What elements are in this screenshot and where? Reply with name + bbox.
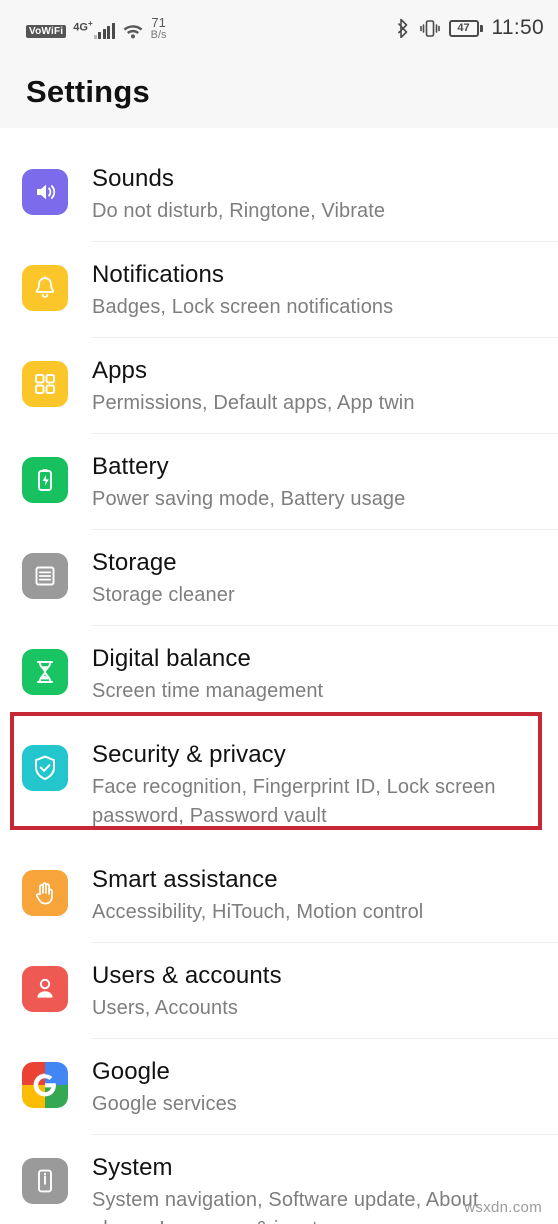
partial-row-above[interactable]	[0, 128, 558, 146]
network-type-label: 4G+	[73, 19, 93, 34]
row-title: Apps	[92, 357, 148, 384]
google-g-icon	[22, 1062, 68, 1108]
settings-row-security-privacy[interactable]: Security & privacy Face recognition, Fin…	[0, 722, 558, 847]
settings-row-sounds[interactable]: Sounds Do not disturb, Ringtone, Vibrate	[0, 146, 558, 242]
data-rate-value: 71	[151, 15, 166, 30]
shield-check-icon	[22, 745, 68, 791]
settings-row-apps[interactable]: Apps Permissions, Default apps, App twin	[0, 338, 558, 434]
bluetooth-icon	[397, 18, 411, 38]
signal-bars-glyph	[93, 23, 115, 39]
row-subtitle: Badges, Lock screen notifications	[92, 296, 394, 318]
settings-list[interactable]: Sounds Do not disturb, Ringtone, Vibrate…	[0, 128, 558, 1224]
status-bar-right: 47 11:50	[397, 16, 545, 40]
wifi-icon	[122, 22, 144, 39]
row-title: Digital balance	[92, 645, 251, 672]
settings-row-smart-assistance[interactable]: Smart assistance Accessibility, HiTouch,…	[0, 847, 558, 943]
watermark: wsxdn.com	[464, 1199, 542, 1216]
row-title: Google	[92, 1058, 170, 1085]
row-subtitle: Screen time management	[92, 680, 324, 702]
storage-stack-icon	[22, 553, 68, 599]
row-subtitle: Permissions, Default apps, App twin	[92, 392, 415, 414]
person-icon	[22, 966, 68, 1012]
row-subtitle: Storage cleaner	[92, 584, 235, 606]
speaker-icon	[22, 169, 68, 215]
clock-label: 11:50	[491, 16, 544, 39]
settings-row-storage[interactable]: Storage Storage cleaner	[0, 530, 558, 626]
settings-row-users-accounts[interactable]: Users & accounts Users, Accounts	[0, 943, 558, 1039]
row-subtitle: Do not disturb, Ringtone, Vibrate	[92, 200, 386, 222]
bell-icon	[22, 265, 68, 311]
row-subtitle: Accessibility, HiTouch, Motion control	[92, 901, 424, 923]
battery-level-label: 47	[448, 19, 479, 37]
page-title: Settings	[26, 74, 150, 109]
vibrate-icon	[419, 19, 440, 38]
row-title: Users & accounts	[92, 962, 282, 989]
apps-grid-icon	[22, 361, 68, 407]
row-title: Notifications	[92, 261, 225, 288]
row-subtitle: Google services	[92, 1093, 237, 1115]
settings-row-google[interactable]: Google Google services	[0, 1039, 558, 1135]
battery-icon: 47	[448, 19, 483, 37]
row-subtitle: Face recognition, Fingerprint ID, Lock s…	[92, 776, 496, 827]
row-subtitle: Power saving mode, Battery usage	[92, 488, 406, 510]
row-title: Battery	[92, 453, 169, 480]
settings-row-battery[interactable]: Battery Power saving mode, Battery usage	[0, 434, 558, 530]
vowifi-badge: VoWiFi	[26, 25, 67, 38]
row-title: System	[92, 1154, 173, 1181]
phone-info-icon	[22, 1158, 68, 1204]
hand-icon	[22, 870, 68, 916]
status-bar: VoWiFi 4G+ 71 B/s 47 11:50	[0, 0, 558, 56]
data-rate-unit: B/s	[150, 29, 167, 41]
settings-row-notifications[interactable]: Notifications Badges, Lock screen notifi…	[0, 242, 558, 338]
settings-screen: VoWiFi 4G+ 71 B/s 47 11:50 Settings Soun…	[0, 0, 558, 1224]
page-header: Settings	[0, 56, 558, 128]
hourglass-icon	[22, 649, 68, 695]
settings-row-digital-balance[interactable]: Digital balance Screen time management	[0, 626, 558, 722]
row-subtitle: Users, Accounts	[92, 997, 239, 1019]
row-title: Sounds	[92, 165, 174, 192]
row-title: Smart assistance	[92, 866, 278, 893]
row-subtitle: System navigation, Software update, Abou…	[92, 1189, 479, 1224]
status-bar-left: VoWiFi 4G+ 71 B/s	[26, 15, 167, 41]
battery-charging-icon	[22, 457, 68, 503]
signal-bars-icon: 4G+	[73, 19, 115, 39]
row-title: Storage	[92, 549, 177, 576]
row-title: Security & privacy	[92, 741, 286, 768]
battery-tip	[479, 24, 483, 32]
data-rate-indicator: 71 B/s	[150, 15, 167, 41]
